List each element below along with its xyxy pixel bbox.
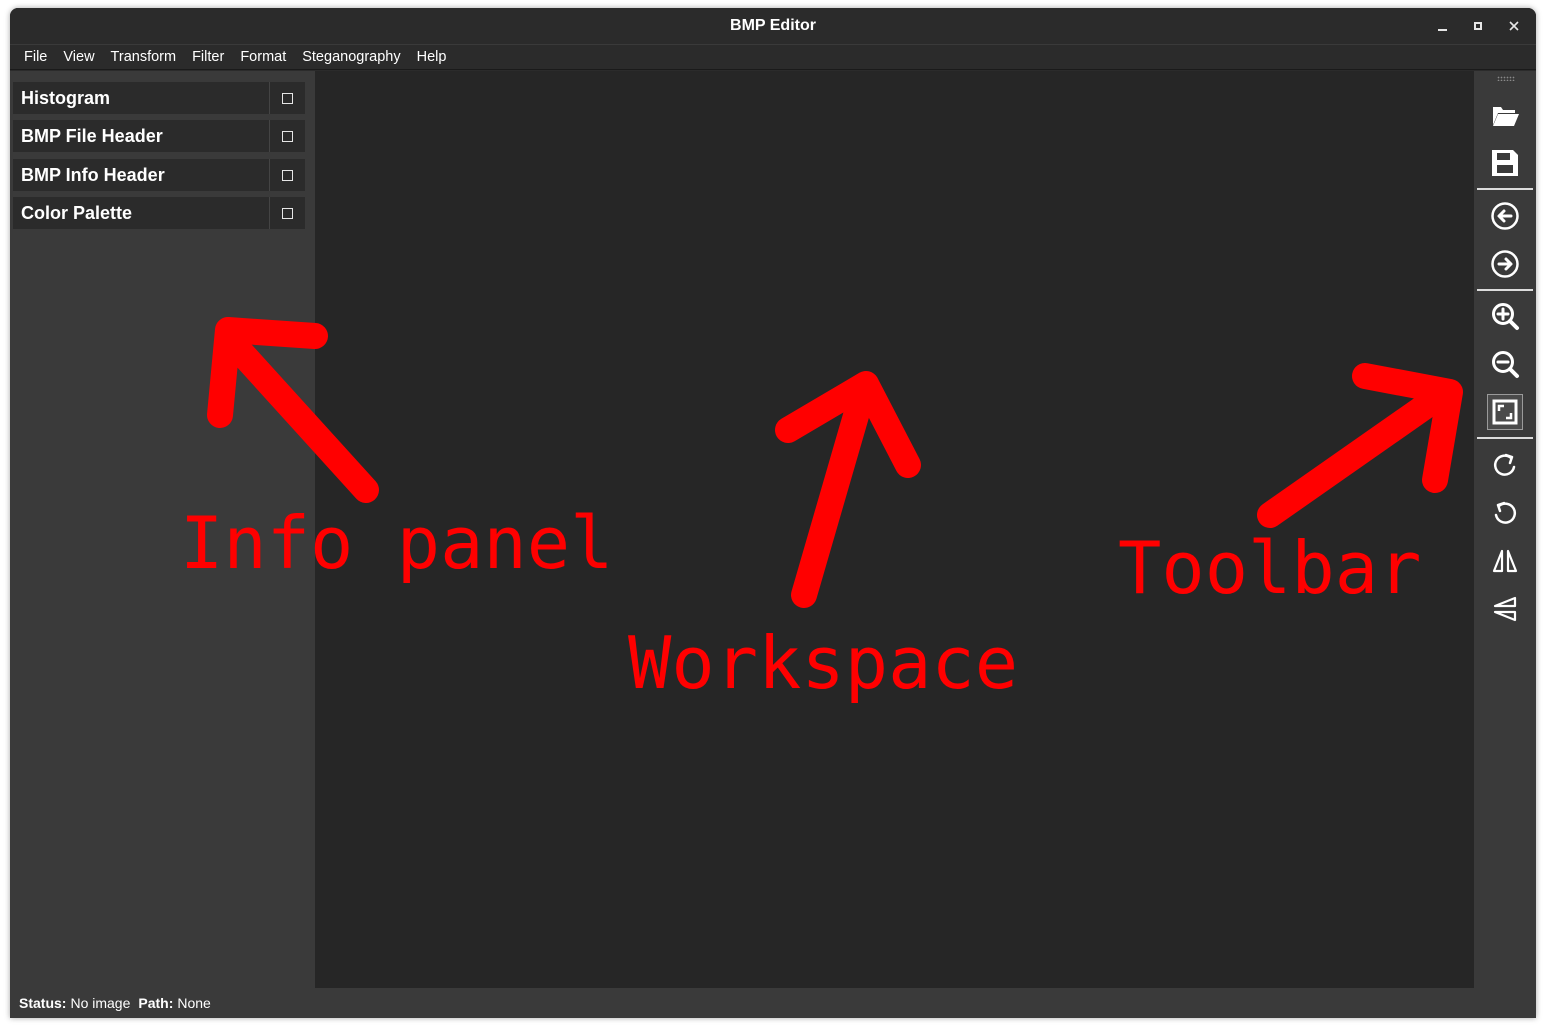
panel-title: BMP Info Header <box>21 164 165 185</box>
close-button[interactable] <box>1496 8 1532 44</box>
menu-steganography[interactable]: Steganography <box>294 44 408 70</box>
path-label: Path: <box>138 995 174 1011</box>
flip-horizontal-button[interactable] <box>1487 543 1523 579</box>
panel-float-button[interactable] <box>269 120 305 152</box>
workspace[interactable] <box>315 71 1474 988</box>
path-value: None <box>177 995 211 1011</box>
fit-to-window-button[interactable] <box>1487 394 1523 430</box>
info-panel: Histogram BMP File Header BMP Info Heade… <box>10 71 315 988</box>
undo-button[interactable] <box>1487 198 1523 234</box>
maximize-button[interactable] <box>1460 8 1496 44</box>
status-value: No image <box>70 995 131 1011</box>
zoom-in-button[interactable] <box>1487 298 1523 334</box>
rotate-counterclockwise-button[interactable] <box>1487 495 1523 531</box>
window-title: BMP Editor <box>730 17 816 34</box>
toolbar-grip-handle[interactable] <box>1497 76 1515 81</box>
panel-histogram[interactable]: Histogram <box>13 82 305 114</box>
fit-to-window-icon <box>1492 399 1518 425</box>
panel-title: Histogram <box>21 87 111 108</box>
float-icon <box>282 92 293 104</box>
redo-button[interactable] <box>1487 246 1523 282</box>
toolbar-separator <box>1477 188 1533 190</box>
open-button[interactable] <box>1487 97 1523 133</box>
rotate-clockwise-button[interactable] <box>1487 447 1523 483</box>
flip-horizontal-icon <box>1492 549 1518 573</box>
maximize-icon <box>1474 22 1482 30</box>
redo-icon <box>1491 250 1519 278</box>
menu-filter[interactable]: Filter <box>184 44 232 70</box>
close-icon <box>1509 21 1519 31</box>
menu-view[interactable]: View <box>55 44 102 70</box>
flip-vertical-icon <box>1493 596 1517 622</box>
panel-bmp-info-header[interactable]: BMP Info Header <box>13 159 305 191</box>
float-icon <box>282 130 293 142</box>
menu-transform[interactable]: Transform <box>103 44 185 70</box>
zoom-in-icon <box>1492 303 1519 330</box>
toolbar-separator <box>1477 437 1533 439</box>
minimize-icon <box>1437 29 1447 31</box>
minimize-button[interactable] <box>1424 8 1460 44</box>
zoom-out-button[interactable] <box>1487 346 1523 382</box>
panel-float-button[interactable] <box>269 82 305 114</box>
float-icon <box>282 169 293 181</box>
panel-title: Color Palette <box>21 202 133 223</box>
menu-bar: File View Transform Filter Format Stegan… <box>10 44 1536 70</box>
rotate-counterclockwise-icon <box>1494 501 1517 524</box>
panel-float-button[interactable] <box>269 159 305 191</box>
folder-open-icon <box>1493 107 1519 126</box>
title-bar: BMP Editor <box>10 8 1536 44</box>
app-window: BMP Editor File View Transform Filter Fo… <box>10 8 1536 1018</box>
save-button[interactable] <box>1487 145 1523 181</box>
panel-color-palette[interactable]: Color Palette <box>13 197 305 229</box>
rotate-clockwise-icon <box>1493 453 1516 476</box>
panel-float-button[interactable] <box>269 197 305 229</box>
undo-icon <box>1491 202 1519 230</box>
flip-vertical-button[interactable] <box>1487 591 1523 627</box>
float-icon <box>282 207 293 219</box>
status-label: Status: <box>19 995 67 1011</box>
menu-file[interactable]: File <box>16 44 55 70</box>
zoom-out-icon <box>1492 351 1519 378</box>
panel-bmp-file-header[interactable]: BMP File Header <box>13 120 305 152</box>
toolbar-separator <box>1477 289 1533 291</box>
status-bar: Status: No image Path: None <box>10 988 1536 1018</box>
panel-title: BMP File Header <box>21 125 163 146</box>
menu-format[interactable]: Format <box>232 44 294 70</box>
save-icon <box>1492 150 1518 176</box>
toolbar <box>1474 71 1536 988</box>
menu-help[interactable]: Help <box>409 44 455 70</box>
